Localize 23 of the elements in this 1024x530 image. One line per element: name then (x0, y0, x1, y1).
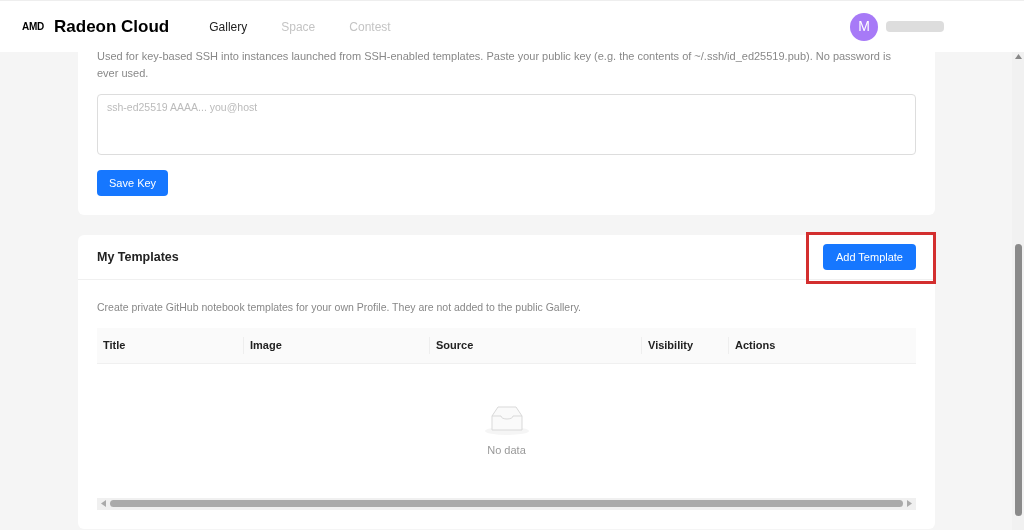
empty-inbox-icon (483, 403, 530, 436)
empty-text: No data (487, 442, 526, 458)
column-header: Actions (728, 337, 916, 354)
app-title: Radeon Cloud (54, 15, 170, 38)
scroll-right-arrow-icon[interactable] (907, 500, 912, 508)
logo: AMD (22, 20, 45, 34)
user-avatar[interactable]: M (850, 12, 878, 41)
templates-description: Create private GitHub notebook templates for your own Profile. They are not added to the public Gallery. (97, 300, 583, 315)
add-template-button[interactable]: Add Template (822, 244, 916, 270)
ssh-key-field[interactable]: ssh-ed25519 AAAA... you@host (97, 94, 916, 155)
vertical-scrollbar[interactable] (1012, 52, 1024, 530)
column-header: Title (102, 338, 127, 353)
column-header: Source (429, 337, 641, 354)
column-header: Image (243, 337, 429, 354)
blurred-username (886, 21, 944, 32)
horizontal-scrollbar[interactable] (97, 497, 916, 510)
ssh-key-description: Used for key-based SSH into instances launched from SSH-enabled templates. Paste your public key (e.g. the contents of ~/.ssh/id_ed25519.pub). No password is ever used. (97, 49, 892, 81)
save-key-button[interactable]: Save Key (97, 170, 169, 196)
scroll-left-arrow-icon[interactable] (101, 500, 106, 508)
scroll-up-arrow-icon[interactable] (1014, 54, 1022, 59)
section-title: My Templates (97, 248, 179, 266)
column-header: Visibility (641, 337, 728, 354)
nav-tab[interactable]: Gallery (209, 17, 248, 36)
